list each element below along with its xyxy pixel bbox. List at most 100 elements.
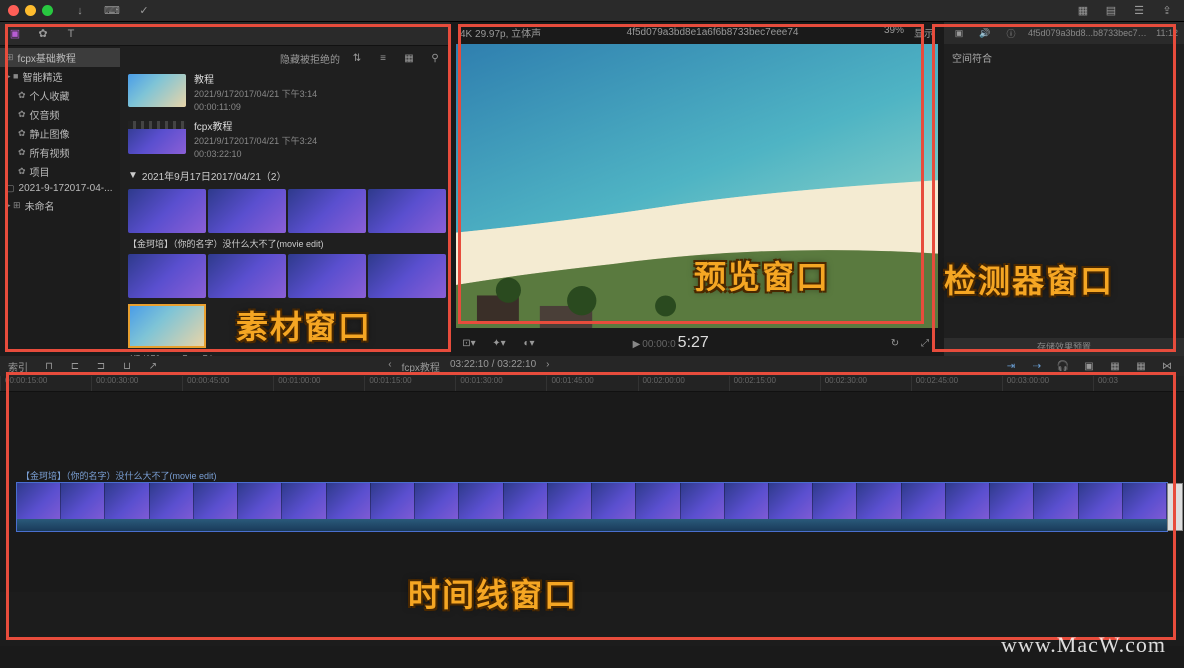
clip-thumb — [288, 254, 366, 298]
project-name: fcpx教程 — [402, 359, 440, 374]
save-preset-button[interactable]: 存储效果预置 — [944, 338, 1184, 356]
zoom-label[interactable]: 39% — [884, 25, 904, 40]
arrow-icon[interactable]: ↗ — [144, 358, 162, 374]
skim-icon[interactable]: ⇢ — [1028, 358, 1046, 374]
watermark: www.MacW.com — [1001, 632, 1166, 658]
spatial-conform-label: 空间符合 — [952, 50, 1176, 65]
grid-icon: ⊞ — [6, 52, 14, 63]
clip-label: 【金珂培】（你的名字）没什么大不了(movie edit) — [21, 469, 217, 482]
list-icon[interactable]: ≡ — [374, 50, 392, 66]
index-button[interactable]: 索引 — [8, 359, 28, 374]
timeline-clip[interactable]: 【金珂培】（你的名字）没什么大不了(movie edit) — [16, 482, 1168, 532]
sb-label: 个人收藏 — [30, 88, 70, 103]
import-icon[interactable]: ↓ — [71, 3, 89, 19]
video-tab-icon[interactable]: ▣ — [950, 25, 968, 41]
clip-thumb — [128, 189, 206, 233]
selected-clip[interactable] — [128, 304, 206, 348]
ruler-tick: 00:02:30:00 — [820, 376, 911, 391]
ruler-tick: 00:00:30:00 — [91, 376, 182, 391]
minimize-icon[interactable] — [25, 5, 36, 16]
ruler-tick: 00:01:45:00 — [546, 376, 637, 391]
star-icon: ▢ — [6, 183, 15, 194]
solo-icon[interactable]: ▣ — [1080, 358, 1098, 374]
library-label: fcpx基础教程 — [18, 50, 76, 65]
color-icon[interactable]: ◐▾ — [520, 335, 538, 351]
keyword-icon[interactable]: ⌨ — [103, 3, 121, 19]
sort-icon[interactable]: ⇅ — [348, 50, 366, 66]
sidebar-favorites[interactable]: ✿个人收藏 — [0, 86, 120, 105]
transform-icon[interactable]: ⊡▾ — [460, 335, 478, 351]
titles-icon[interactable]: T — [62, 26, 80, 42]
library-icon[interactable]: ▣ — [6, 26, 24, 42]
audio-tab-icon[interactable]: 🔊 — [976, 25, 994, 41]
clip-date: 2021/9/172017/04/21 下午3:24 — [194, 135, 317, 148]
grid-view-icon[interactable]: ▦ — [400, 50, 418, 66]
effects-browser-icon[interactable]: ▦ — [1132, 358, 1150, 374]
fullscreen-icon[interactable]: ⤢ — [916, 335, 934, 351]
append-icon[interactable]: ⊐ — [92, 358, 110, 374]
chevron-down-icon: ▼ — [128, 170, 138, 181]
filmstrip[interactable] — [120, 187, 450, 235]
close-icon[interactable] — [8, 5, 19, 16]
insp-clip-name: 4f5d079a3bd8...b8733bec7eee74 — [1028, 28, 1148, 38]
view-menu[interactable]: 显示 — [914, 25, 934, 40]
chevron-left-icon[interactable]: ‹ — [388, 359, 391, 374]
sidebar-unnamed[interactable]: ▸ ⊞ 未命名 — [0, 196, 120, 215]
ruler-tick: 00:00:15:00 — [0, 376, 91, 391]
sb-label: 静止图像 — [30, 126, 70, 141]
bg-tasks-icon[interactable]: ✓ — [135, 3, 153, 19]
clip-thumb — [288, 189, 366, 233]
filmstrip[interactable] — [120, 252, 450, 300]
filter-label[interactable]: 隐藏被拒绝的 — [280, 51, 340, 66]
ruler-tick: 00:02:45:00 — [911, 376, 1002, 391]
chevron-right-icon[interactable]: › — [546, 359, 549, 374]
sidebar-projects[interactable]: ✿项目 — [0, 162, 120, 181]
timeline-panel: 索引 ⊓ ⊏ ⊐ ⊔ ↗ ‹ fcpx教程 03:22:10 / 03:22:1… — [0, 356, 1184, 646]
sidebar-library[interactable]: ⊞ fcpx基础教程 — [0, 48, 120, 67]
inspector-header: ▣ 🔊 ⓘ 4f5d079a3bd8...b8733bec7eee74 11:1… — [944, 22, 1184, 44]
clip-dur: 00:03:22:10 — [194, 148, 317, 161]
format-label: 4K 29.97p, 立体声 — [460, 25, 541, 40]
maximize-icon[interactable] — [42, 5, 53, 16]
clip-title: 教程 — [194, 74, 317, 88]
titlebar: ↓ ⌨ ✓ ▦ ▤ ☰ ⇪ — [0, 0, 1184, 22]
sidebar: ⊞fcpx基础教程 ▸ ■ 智能精选 ✿个人收藏 ✿仅音频 ✿静止图像 ✿所有视… — [0, 46, 120, 356]
audio-skim-icon[interactable]: 🎧 — [1054, 358, 1072, 374]
viewer-canvas[interactable] — [456, 44, 938, 328]
connect-icon[interactable]: ⊓ — [40, 358, 58, 374]
sidebar-stills[interactable]: ✿静止图像 — [0, 124, 120, 143]
layout-icon[interactable]: ▦ — [1074, 3, 1092, 19]
effects-icon[interactable]: ✦▾ — [490, 335, 508, 351]
preview-image — [456, 44, 938, 328]
group-label: 2021年9月17日2017/04/21（2） — [142, 168, 287, 183]
sidebar-audio[interactable]: ✿仅音频 — [0, 105, 120, 124]
info-tab-icon[interactable]: ⓘ — [1002, 25, 1020, 41]
sidebar-event[interactable]: ▢ 2021-9-172017-04-... — [0, 181, 120, 196]
event-label: 2021-9-172017-04-... — [19, 183, 113, 194]
timeline-body[interactable]: 【金珂培】（你的名字）没什么大不了(movie edit) — [0, 392, 1184, 592]
gear-icon: ✿ — [18, 147, 26, 158]
sidebar-video[interactable]: ✿所有视频 — [0, 143, 120, 162]
layout2-icon[interactable]: ▤ — [1102, 3, 1120, 19]
timeline-header: 索引 ⊓ ⊏ ⊐ ⊔ ↗ ‹ fcpx教程 03:22:10 / 03:22:1… — [0, 356, 1184, 376]
photos-icon[interactable]: ✿ — [34, 26, 52, 42]
sidebar-smart[interactable]: ▸ ■ 智能精选 — [0, 67, 120, 86]
play-icon[interactable]: ▶ — [633, 339, 641, 350]
loop-icon[interactable]: ↻ — [886, 335, 904, 351]
sliders-icon[interactable]: ☰ — [1130, 3, 1148, 19]
clip-thumb — [208, 254, 286, 298]
search-icon[interactable]: ⚲ — [426, 50, 444, 66]
insert-icon[interactable]: ⊏ — [66, 358, 84, 374]
timeline-ruler[interactable]: 00:00:15:00 00:00:30:00 00:00:45:00 00:0… — [0, 376, 1184, 392]
insp-tc: 11:12 — [1156, 28, 1178, 38]
project-row[interactable]: fcpx教程 2021/9/172017/04/21 下午3:24 00:03:… — [120, 117, 450, 164]
tc-main: 5:27 — [678, 334, 709, 352]
event-group[interactable]: ▼ 2021年9月17日2017/04/21（2） — [120, 164, 450, 187]
share-icon[interactable]: ⇪ — [1158, 3, 1176, 19]
transitions-icon[interactable]: ⋈ — [1158, 358, 1176, 374]
view-icon[interactable]: ▦ — [1106, 358, 1124, 374]
overwrite-icon[interactable]: ⊔ — [118, 358, 136, 374]
project-row[interactable]: 教程 2021/9/172017/04/21 下午3:14 00:00:11:0… — [120, 70, 450, 117]
gear-icon: ✿ — [18, 166, 26, 177]
snap-icon[interactable]: ⇥ — [1002, 358, 1020, 374]
